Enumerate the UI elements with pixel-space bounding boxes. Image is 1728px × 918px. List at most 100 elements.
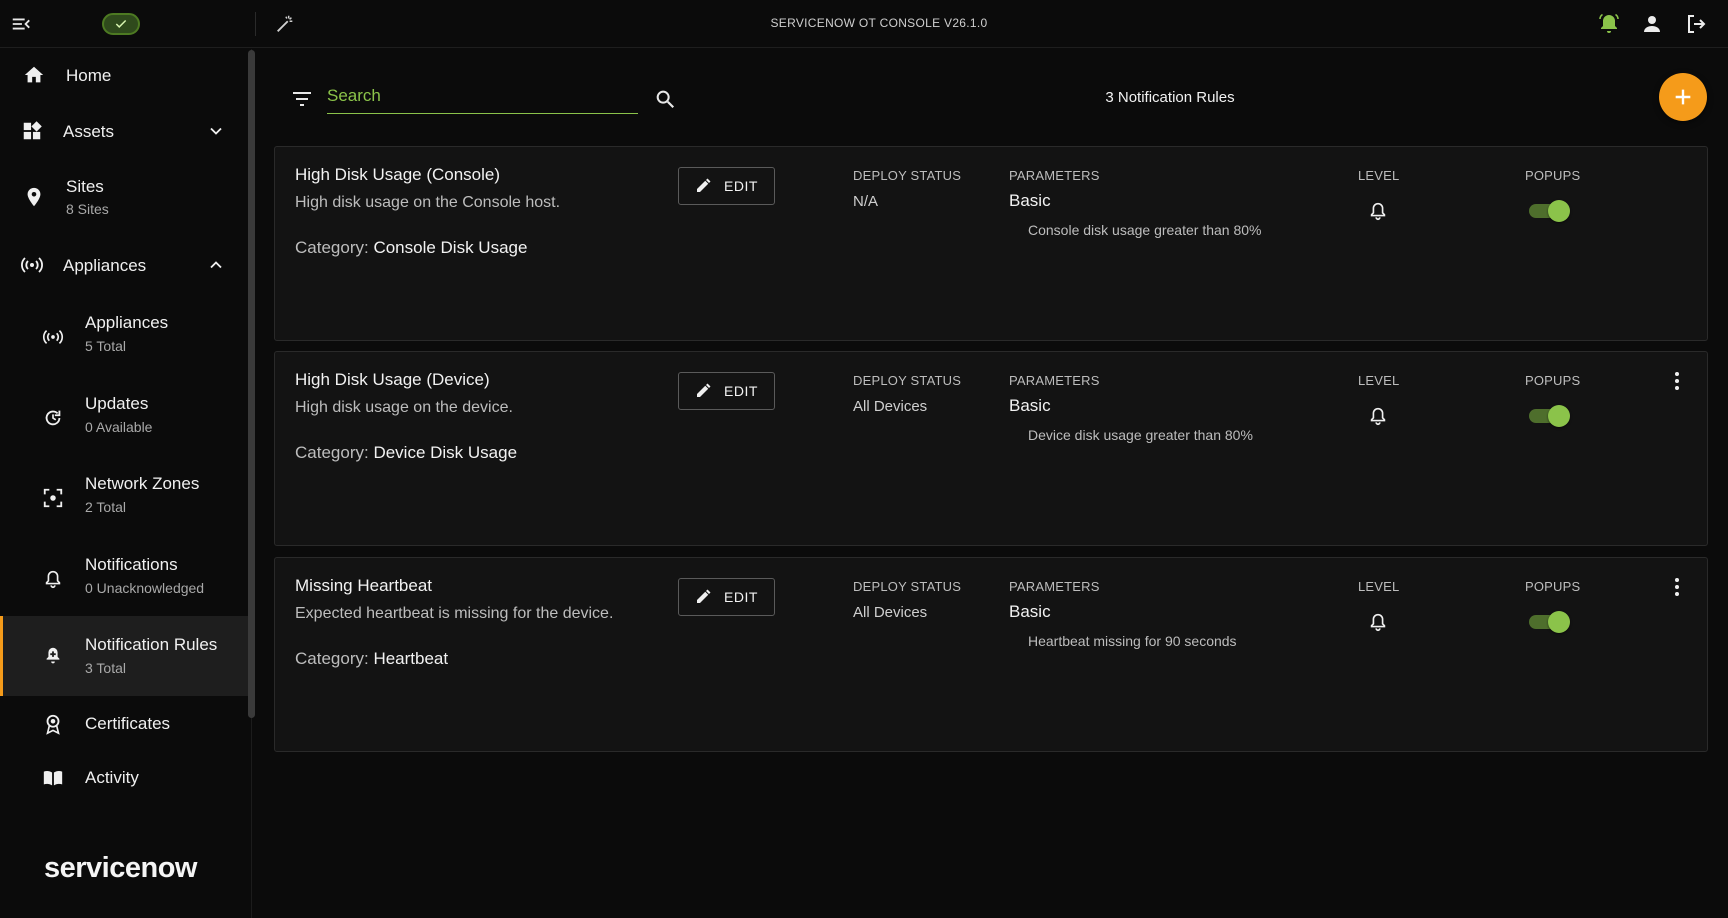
plus-icon — [1675, 89, 1691, 105]
sidebar-item-notifications[interactable]: Notifications 0 Unacknowledged — [0, 547, 248, 609]
sidebar-item-network-zones[interactable]: Network Zones 2 Total — [0, 466, 248, 528]
filter-icon[interactable] — [290, 87, 314, 111]
sidebar-item-home[interactable]: Home — [0, 52, 248, 98]
sidebar-item-appliances[interactable]: Appliances 5 Total — [0, 305, 248, 367]
magic-wand-icon[interactable] — [274, 13, 296, 35]
bell-icon — [1367, 405, 1389, 427]
sidebar-item-label: Network Zones — [85, 474, 200, 493]
sidebar-item-label: Activity — [85, 768, 139, 787]
popups-toggle[interactable] — [1527, 611, 1573, 633]
deploy-status-value: N/A — [853, 193, 879, 210]
rule-description: High disk usage on the device. — [295, 399, 513, 416]
sidebar-item-label: Notifications — [85, 555, 178, 574]
edit-label: EDIT — [724, 589, 758, 605]
book-icon — [41, 766, 65, 790]
bell-plus-icon — [41, 644, 65, 668]
rule-count: 3 Notification Rules — [1105, 89, 1235, 106]
sidebar-item-sites[interactable]: Sites 8 Sites — [0, 163, 248, 223]
more-vert-icon[interactable] — [1665, 369, 1689, 393]
edit-button[interactable]: EDIT — [678, 372, 775, 410]
chevron-down-icon[interactable] — [206, 121, 226, 141]
rule-description: Expected heartbeat is missing for the de… — [295, 605, 614, 622]
category-label: Category: — [295, 238, 374, 257]
popups-toggle[interactable] — [1527, 200, 1573, 222]
sidebar-item-label: Sites — [66, 177, 104, 196]
location-pin-icon — [22, 185, 46, 209]
sidebar-item-label: Home — [66, 66, 112, 85]
sidebar-item-appliances-group[interactable]: Appliances — [0, 242, 248, 288]
sidebar-item-label: Notification Rules — [85, 635, 218, 654]
sidebar-item-activity[interactable]: Activity — [0, 754, 248, 800]
toggle-thumb — [1548, 200, 1570, 222]
sidebar-item-label: Certificates — [85, 714, 171, 733]
logout-icon[interactable] — [1684, 12, 1708, 36]
edit-button[interactable]: EDIT — [678, 578, 775, 616]
toolbar-divider — [255, 12, 256, 36]
sidebar-item-sub: 0 Available — [85, 419, 153, 435]
servicenow-logo: servicenow — [44, 852, 197, 884]
check-icon — [115, 19, 127, 28]
broadcast-icon — [41, 325, 65, 349]
popups-header: POPUPS — [1525, 579, 1581, 594]
broadcast-icon — [20, 253, 44, 277]
user-account-icon[interactable] — [1640, 12, 1664, 36]
home-icon — [22, 63, 46, 87]
sidebar-item-certificates[interactable]: Certificates — [0, 700, 248, 746]
sidebar-item-sub: 3 Total — [85, 660, 126, 676]
parameter-description: Console disk usage greater than 80% — [1028, 222, 1262, 238]
edit-button[interactable]: EDIT — [678, 167, 775, 205]
rule-title: High Disk Usage (Device) — [295, 370, 490, 389]
parameter-type: Basic — [1009, 602, 1051, 621]
bell-icon — [1367, 200, 1389, 222]
rule-description: High disk usage on the Console host. — [295, 194, 561, 211]
deploy-status-header: DEPLOY STATUS — [853, 168, 962, 183]
sidebar-item-updates[interactable]: Updates 0 Available — [0, 386, 248, 448]
sidebar-item-label: Appliances — [63, 256, 147, 275]
sidebar-item-label: Assets — [63, 122, 115, 141]
rule-card: Missing Heartbeat Expected heartbeat is … — [274, 557, 1708, 752]
deploy-status-header: DEPLOY STATUS — [853, 373, 962, 388]
sidebar-item-sub: 0 Unacknowledged — [85, 580, 205, 596]
menu-collapse-icon[interactable] — [10, 13, 34, 35]
bell-icon — [41, 567, 65, 591]
deploy-status-value: All Devices — [853, 398, 928, 415]
update-icon — [41, 406, 65, 430]
search-input[interactable] — [327, 80, 638, 112]
rule-card: High Disk Usage (Device) High disk usage… — [274, 351, 1708, 546]
certificate-icon — [41, 712, 65, 736]
dashboard-icon — [20, 119, 44, 143]
parameter-type: Basic — [1009, 191, 1051, 210]
rule-category: Category: Device Disk Usage — [295, 443, 517, 463]
pencil-icon — [697, 589, 711, 603]
level-header: LEVEL — [1358, 168, 1400, 183]
parameters-header: PARAMETERS — [1009, 579, 1100, 594]
edit-label: EDIT — [724, 383, 758, 399]
sidebar-item-sub: 2 Total — [85, 499, 126, 515]
pencil-icon — [697, 383, 711, 397]
parameter-type: Basic — [1009, 396, 1051, 415]
edit-label: EDIT — [724, 178, 758, 194]
app-title: SERVICENOW OT CONSOLE V26.1.0 — [770, 16, 988, 30]
toggle-thumb — [1548, 611, 1570, 633]
connection-status-toggle[interactable] — [102, 13, 140, 35]
category-label: Category: — [295, 443, 374, 462]
sidebar-item-assets[interactable]: Assets — [0, 108, 248, 154]
popups-header: POPUPS — [1525, 373, 1581, 388]
top-bar: SERVICENOW OT CONSOLE V26.1.0 — [0, 0, 1728, 48]
add-rule-button[interactable] — [1659, 73, 1707, 121]
popups-toggle[interactable] — [1527, 405, 1573, 427]
more-vert-icon[interactable] — [1665, 575, 1689, 599]
parameter-description: Device disk usage greater than 80% — [1028, 427, 1253, 443]
rule-card: High Disk Usage (Console) High disk usag… — [274, 146, 1708, 341]
rule-category: Category: Heartbeat — [295, 649, 448, 669]
search-field — [327, 80, 638, 114]
sidebar-item-notification-rules[interactable]: Notification Rules 3 Total — [0, 616, 248, 696]
category-label: Category: — [295, 649, 374, 668]
sidebar-scrollbar[interactable] — [248, 50, 255, 718]
level-header: LEVEL — [1358, 373, 1400, 388]
network-zone-icon — [41, 486, 65, 510]
category-value: Heartbeat — [373, 649, 449, 668]
search-icon[interactable] — [654, 88, 678, 112]
chevron-up-icon[interactable] — [206, 255, 226, 275]
alarm-bell-icon[interactable] — [1597, 12, 1621, 36]
